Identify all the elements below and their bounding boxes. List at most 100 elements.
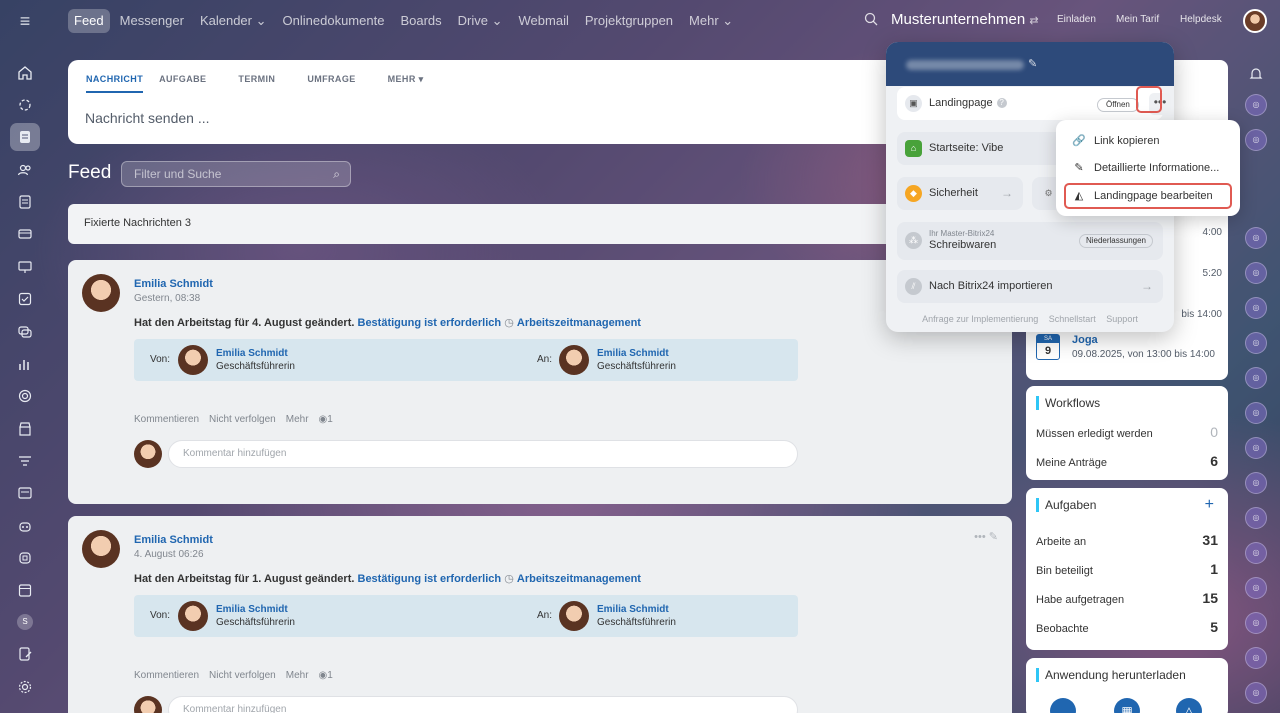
search-icon[interactable] xyxy=(864,12,878,29)
master-portal-row[interactable]: ⁂ Ihr Master-Bitrix24 Schreibwaren Niede… xyxy=(897,222,1163,260)
more-icon[interactable]: ••• xyxy=(974,531,986,543)
nav-boards[interactable]: Boards xyxy=(394,9,447,33)
from-name[interactable]: Emilia Schmidt xyxy=(216,604,288,615)
comment-button[interactable]: Kommentieren xyxy=(134,414,199,425)
contact-avatar[interactable]: ◎ xyxy=(1245,437,1267,459)
from-name[interactable]: Emilia Schmidt xyxy=(216,348,288,359)
tag-link[interactable]: Arbeitszeitmanagement xyxy=(517,317,641,329)
target-icon[interactable] xyxy=(17,388,33,404)
to-name[interactable]: Emilia Schmidt xyxy=(597,348,669,359)
contact-avatar[interactable]: ◎ xyxy=(1245,682,1267,704)
widget-row[interactable]: Beobachte 5 xyxy=(1036,619,1218,635)
bell-icon[interactable] xyxy=(1248,66,1264,82)
more-button[interactable]: Mehr xyxy=(286,414,309,425)
widget-row[interactable]: Meine Anträge 6 xyxy=(1036,453,1218,469)
post-author[interactable]: Emilia Schmidt xyxy=(134,278,213,290)
user-avatar[interactable] xyxy=(1243,9,1267,33)
quickstart-link[interactable]: Schnellstart xyxy=(1049,314,1096,324)
contact-avatar[interactable]: ◎ xyxy=(1245,647,1267,669)
avatar[interactable] xyxy=(82,274,120,312)
avatar[interactable] xyxy=(82,530,120,568)
comment-input[interactable]: Kommentar hinzufügen xyxy=(168,440,798,468)
widget-row[interactable]: Habe aufgetragen 15 xyxy=(1036,590,1218,606)
tab-message[interactable]: NACHRICHT xyxy=(86,73,144,93)
contact-avatar[interactable]: ◎ xyxy=(1245,297,1267,319)
shop-icon[interactable] xyxy=(17,421,33,437)
post-time[interactable]: Gestern, 08:38 xyxy=(134,293,200,304)
add-task-button[interactable]: + xyxy=(1205,497,1214,513)
windows-icon[interactable]: ▦ xyxy=(1114,698,1140,713)
menu-icon[interactable]: ≡ xyxy=(14,10,36,32)
contact-avatar[interactable]: ◎ xyxy=(1245,129,1267,151)
implementation-link[interactable]: Anfrage zur Implementierung xyxy=(922,314,1038,324)
helpdesk-link[interactable]: Helpdesk xyxy=(1180,14,1222,25)
tab-task[interactable]: AUFGABE xyxy=(159,73,222,93)
open-button[interactable]: Öffnen xyxy=(1097,98,1139,112)
contact-avatar[interactable]: ◎ xyxy=(1245,577,1267,599)
contact-avatar[interactable]: ◎ xyxy=(1245,332,1267,354)
contact-avatar[interactable]: ◎ xyxy=(1245,507,1267,529)
post-author[interactable]: Emilia Schmidt xyxy=(134,534,213,546)
funnel-icon[interactable] xyxy=(17,453,33,469)
unfollow-button[interactable]: Nicht verfolgen xyxy=(209,414,276,425)
flower-icon[interactable] xyxy=(17,97,33,113)
tab-poll[interactable]: UMFRAGE xyxy=(307,73,371,93)
landingpage-row[interactable]: ▣ Landingpage? Öffnen ••• xyxy=(897,87,1171,120)
nav-workgroups[interactable]: Projektgruppen xyxy=(579,9,679,33)
apple-icon[interactable] xyxy=(1050,698,1076,713)
robot-icon[interactable] xyxy=(17,518,33,534)
company-name[interactable]: Musterunternehmen ⇄ xyxy=(891,11,1039,28)
unfollow-button[interactable]: Nicht verfolgen xyxy=(209,670,276,681)
messages-icon[interactable] xyxy=(17,324,33,340)
support-link[interactable]: Support xyxy=(1106,314,1138,324)
invite-link[interactable]: Einladen xyxy=(1057,14,1096,25)
puzzle-icon[interactable] xyxy=(17,550,33,566)
security-row[interactable]: ◆ Sicherheit → xyxy=(897,177,1023,210)
nav-webmail[interactable]: Webmail xyxy=(513,9,575,33)
avatar[interactable] xyxy=(178,345,208,375)
contact-avatar[interactable]: ◎ xyxy=(1245,367,1267,389)
nav-calendar[interactable]: Kalender ⌄ xyxy=(194,9,273,33)
contact-avatar[interactable]: ◎ xyxy=(1245,612,1267,634)
contact-avatar[interactable]: ◎ xyxy=(1245,262,1267,284)
contact-avatar[interactable]: ◎ xyxy=(1245,542,1267,564)
nav-documents[interactable]: Onlinedokumente xyxy=(277,9,391,33)
widget-row[interactable]: Bin beteiligt 1 xyxy=(1036,561,1218,577)
widget-row[interactable]: Müssen erledigt werden 0 xyxy=(1036,424,1218,440)
pinned-messages-bar[interactable]: Fixierte Nachrichten 3 xyxy=(68,204,1012,244)
edit-document-icon[interactable] xyxy=(17,646,33,662)
nav-more[interactable]: Mehr ⌄ xyxy=(683,9,739,33)
users-icon[interactable] xyxy=(17,162,33,178)
mail-icon[interactable] xyxy=(17,485,33,501)
more-button[interactable]: Mehr xyxy=(286,670,309,681)
contact-avatar[interactable]: ◎ xyxy=(1245,402,1267,424)
nav-drive[interactable]: Drive ⌄ xyxy=(452,9,509,33)
avatar[interactable] xyxy=(559,601,589,631)
linux-icon[interactable]: △ xyxy=(1176,698,1202,713)
avatar[interactable] xyxy=(559,345,589,375)
filter-search-input[interactable]: Filter und Suche ⌕ xyxy=(121,161,351,187)
document-icon[interactable] xyxy=(17,194,33,210)
tag-link[interactable]: Arbeitszeitmanagement xyxy=(517,573,641,585)
help-icon[interactable]: ? xyxy=(996,98,1007,109)
feed-icon[interactable] xyxy=(17,129,33,145)
menu-item-copy-link[interactable]: 🔗 Link kopieren xyxy=(1056,128,1240,154)
pin-icon[interactable]: ✎ xyxy=(989,531,998,543)
widget-row[interactable]: Arbeite an 31 xyxy=(1036,532,1218,548)
home-icon[interactable] xyxy=(17,65,33,81)
contact-avatar[interactable]: ◎ xyxy=(1245,227,1267,249)
settings-icon[interactable] xyxy=(17,679,33,695)
import-row[interactable]: ⫽ Nach Bitrix24 importieren → xyxy=(897,270,1163,303)
tab-more[interactable]: MEHR ▾ xyxy=(388,73,440,93)
contact-avatar[interactable]: ◎ xyxy=(1245,472,1267,494)
confirm-link[interactable]: Bestätigung ist erforderlich xyxy=(358,317,502,329)
menu-item-details[interactable]: ✎ Detaillierte Informatione... xyxy=(1056,155,1240,181)
contact-avatar[interactable]: ◎ xyxy=(1245,94,1267,116)
tab-event[interactable]: TERMIN xyxy=(238,73,291,93)
avatar[interactable] xyxy=(178,601,208,631)
pencil-icon[interactable]: ✎ xyxy=(1028,57,1037,70)
to-name[interactable]: Emilia Schmidt xyxy=(597,604,669,615)
confirm-link[interactable]: Bestätigung ist erforderlich xyxy=(358,573,502,585)
event-title[interactable]: Joga xyxy=(1072,334,1098,346)
chat-board-icon[interactable] xyxy=(17,259,33,275)
